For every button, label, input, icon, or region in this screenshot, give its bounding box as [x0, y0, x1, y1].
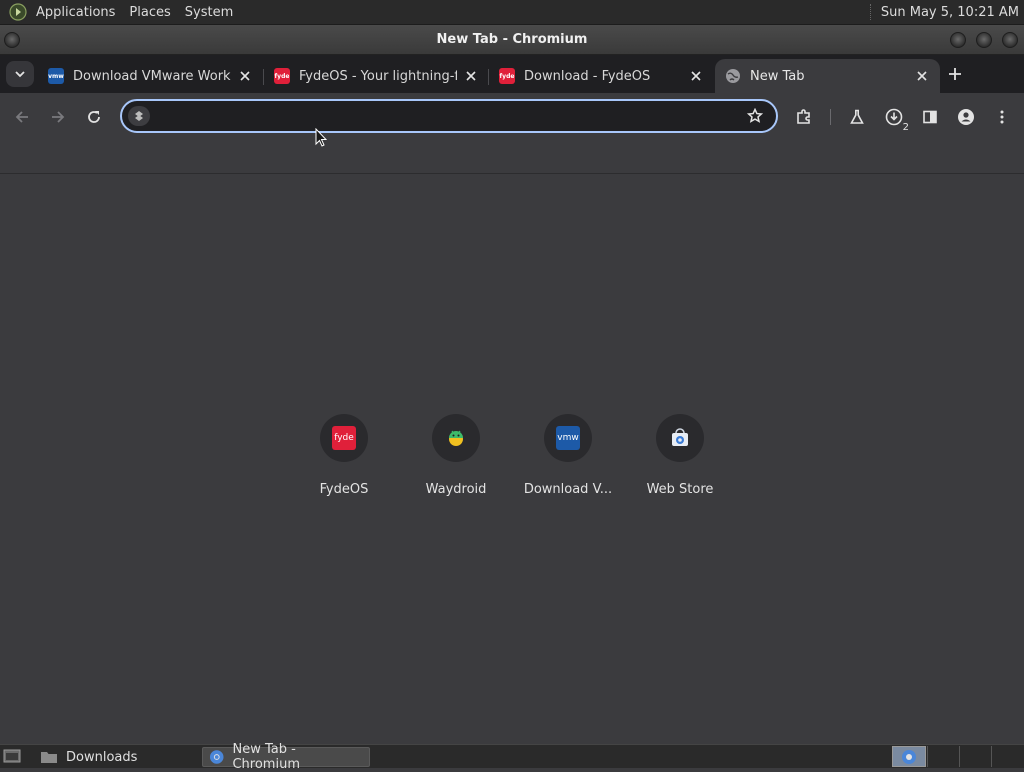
- panel-right: Sun May 5, 10:21 AM: [869, 0, 1024, 24]
- top-panel: Applications Places System Sun May 5, 10…: [0, 0, 1024, 25]
- puzzle-icon: [797, 109, 810, 124]
- window-title: New Tab - Chromium: [436, 32, 588, 47]
- address-bar[interactable]: [120, 99, 778, 133]
- taskbar-item-chromium[interactable]: New Tab - Chromium: [202, 742, 370, 772]
- side-panel-button[interactable]: [918, 105, 942, 129]
- minimize-button[interactable]: [950, 32, 966, 48]
- arrow-left-icon: [15, 111, 28, 123]
- reload-button[interactable]: [82, 105, 106, 129]
- window-titlebar[interactable]: New Tab - Chromium: [0, 25, 1024, 55]
- shortcut-label: Waydroid: [425, 482, 487, 497]
- downloads-button[interactable]: 2: [882, 105, 909, 133]
- panel-separator: [869, 4, 871, 20]
- tab-new-tab[interactable]: New Tab: [715, 59, 940, 93]
- more-vert-icon: [1000, 110, 1004, 124]
- shortcut-label: Web Store: [646, 482, 714, 497]
- workspace-2[interactable]: [927, 746, 959, 767]
- shortcut-icon-frame: [656, 414, 704, 462]
- folder-icon: [41, 752, 57, 763]
- site-info-icon[interactable]: [128, 106, 150, 126]
- tab-title: New Tab: [750, 68, 805, 84]
- star-icon: [747, 108, 763, 123]
- omnibox-input[interactable]: [158, 105, 738, 127]
- extensions-button[interactable]: [792, 105, 816, 129]
- toolbar-separator: [830, 109, 831, 125]
- shortcut-icon-frame: fyde: [320, 414, 368, 462]
- shortcut-icon-frame: vmw: [544, 414, 592, 462]
- workspace-4[interactable]: [991, 746, 1023, 767]
- window-menu-button[interactable]: [4, 32, 20, 48]
- shortcut-label: FydeOS: [319, 482, 369, 497]
- workspace-3[interactable]: [959, 746, 991, 767]
- taskbar-item-downloads[interactable]: Downloads: [34, 747, 143, 767]
- workspace-switcher[interactable]: [892, 746, 926, 767]
- close-icon: [917, 71, 927, 81]
- vmware-logo-icon: vmw: [556, 426, 580, 450]
- shortcut-label: Download V...: [523, 482, 613, 497]
- vmware-favicon-icon: vmw: [48, 68, 64, 84]
- tab-title: Download - FydeOS: [524, 68, 651, 84]
- bookmarks-bar: [0, 141, 1024, 174]
- tab-close-button[interactable]: [688, 68, 704, 84]
- chevron-down-icon: [15, 71, 25, 78]
- browser-toolbar: 2: [0, 93, 1024, 141]
- new-tab-page: fyde FydeOS Waydroid vmw Download V... W…: [0, 174, 1024, 744]
- waydroid-icon: [449, 430, 463, 446]
- tab-vmware[interactable]: vmw Download VMware Workstation: [38, 59, 263, 93]
- labs-button[interactable]: [845, 105, 869, 129]
- chromium-icon: [902, 750, 916, 764]
- tab-close-button[interactable]: [463, 68, 479, 84]
- forward-button[interactable]: [46, 105, 70, 129]
- tab-search-button[interactable]: [6, 61, 34, 87]
- maximize-button[interactable]: [976, 32, 992, 48]
- plus-icon: [949, 68, 961, 80]
- panel-menu: Applications Places System: [0, 0, 240, 24]
- fydeos-favicon-icon: fyde: [274, 68, 290, 84]
- menu-places[interactable]: Places: [122, 5, 177, 20]
- tab-title: FydeOS - Your lightning-fast: [299, 68, 457, 84]
- shortcut-fydeos[interactable]: fyde FydeOS: [288, 410, 400, 500]
- close-icon: [240, 71, 250, 81]
- taskbar-item-label: Downloads: [66, 749, 138, 765]
- bookmark-star-button[interactable]: [746, 107, 764, 125]
- mouse-cursor-icon: [315, 128, 327, 147]
- chromium-icon: [209, 750, 224, 764]
- back-button[interactable]: [10, 105, 34, 129]
- tab-strip: vmw Download VMware Workstation fyde Fyd…: [0, 55, 1024, 93]
- tab-close-button[interactable]: [237, 68, 253, 84]
- fydeos-logo-icon: fyde: [332, 426, 356, 450]
- shortcut-download-vmware[interactable]: vmw Download V...: [512, 410, 624, 500]
- globe-icon: [725, 68, 741, 84]
- account-icon: [958, 109, 974, 125]
- close-icon: [691, 71, 701, 81]
- new-tab-button[interactable]: [944, 63, 966, 85]
- tab-title: Download VMware Workstation: [73, 68, 231, 84]
- web-store-icon: [672, 428, 688, 446]
- download-icon: [885, 108, 903, 126]
- profile-button[interactable]: [954, 105, 978, 129]
- menu-applications[interactable]: Applications: [29, 5, 122, 20]
- shortcut-web-store[interactable]: Web Store: [624, 410, 736, 500]
- downloads-count-badge: 2: [902, 122, 909, 133]
- fydeos-favicon-icon: fyde: [499, 68, 515, 84]
- arrow-right-icon: [52, 111, 65, 123]
- distro-logo-icon[interactable]: [9, 3, 27, 21]
- side-panel-icon: [923, 110, 937, 124]
- shortcut-waydroid[interactable]: Waydroid: [400, 410, 512, 500]
- menu-system[interactable]: System: [178, 5, 240, 20]
- shortcut-icon-frame: [432, 414, 480, 462]
- tab-close-button[interactable]: [914, 68, 930, 84]
- close-window-button[interactable]: [1002, 32, 1018, 48]
- close-icon: [466, 71, 476, 81]
- tab-fydeos[interactable]: fyde FydeOS - Your lightning-fast: [264, 59, 489, 93]
- flask-icon: [850, 109, 864, 124]
- menu-button[interactable]: [990, 105, 1014, 129]
- tab-download-fydeos[interactable]: fyde Download - FydeOS: [489, 59, 714, 93]
- show-desktop-icon[interactable]: [3, 748, 21, 764]
- clock[interactable]: Sun May 5, 10:21 AM: [881, 5, 1024, 20]
- bottom-taskbar: Downloads New Tab - Chromium: [0, 742, 1024, 772]
- reload-icon: [88, 111, 100, 123]
